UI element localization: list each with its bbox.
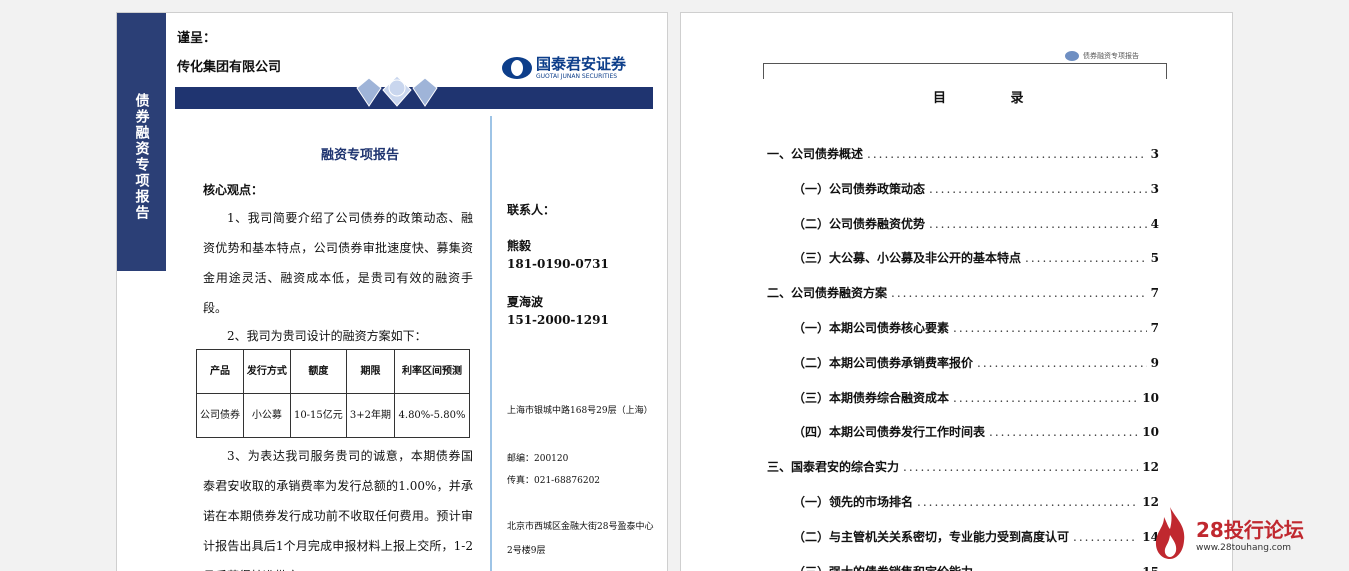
salutation: 谨呈：	[177, 31, 217, 46]
toc-item-text: （三）本期债券综合融资成本	[793, 390, 950, 405]
recipient-company: 传化集团有限公司	[177, 60, 282, 75]
postcode: 邮编：200120	[507, 454, 569, 464]
table-cell: 3+2年期	[345, 393, 395, 438]
table-header: 额度	[289, 349, 347, 394]
toc-page-number: 9	[1150, 355, 1159, 370]
toc-item-text: （四）本期公司债券发行工作时间表	[793, 425, 986, 440]
logo-en: GUOTAI JUNAN SECURITIES	[536, 72, 618, 80]
toc-item[interactable]: （一）公司债券政策动态.............................…	[793, 180, 1159, 197]
toc-page-number: 10	[1142, 390, 1159, 405]
company-logo: 国泰君安证券 GUOTAI JUNAN SECURITIES	[502, 53, 652, 83]
table-row: 公司债券 小公募 10-15亿元 3+2年期 4.80%-5.80%	[196, 393, 471, 438]
header-rule	[763, 63, 1167, 79]
document-page-left: 债券融资专项报告 谨呈： 传化集团有限公司 国泰君安证券 GUOTAI JUNA…	[116, 12, 668, 571]
toc-item[interactable]: （三）强大的债券销售和定价能力.........................…	[793, 563, 1159, 571]
toc-leader: ........................................…	[1025, 251, 1147, 266]
core-point-1: 1、我司简要介绍了公司债券的政策动态、融资优势和基本特点，公司债券审批速度快、募…	[203, 211, 473, 315]
toc-item[interactable]: （一）领先的市场排名..............................…	[793, 493, 1159, 510]
toc-item-text: （一）领先的市场排名	[793, 495, 914, 509]
page-header-text: 债券融资专项报告	[1083, 52, 1139, 60]
toc-item[interactable]: 一、公司债券概述................................…	[767, 145, 1159, 162]
toc-leader: ........................................…	[891, 286, 1147, 301]
report-title: 融资专项报告	[321, 148, 400, 163]
fax: 传真：021-68876202	[507, 476, 601, 486]
toc-item[interactable]: 三、国泰君安的综合实力.............................…	[767, 458, 1159, 475]
table-header: 期限	[345, 349, 395, 394]
toc-leader: ........................................…	[977, 355, 1147, 370]
toc-item[interactable]: （四）本期公司债券发行工作时间表........................…	[793, 423, 1159, 440]
toc-leader: ........................................…	[953, 321, 1147, 335]
address-shanghai: 上海市银城中路168号29层（上海）	[507, 406, 653, 416]
contact-phone: 151-2000-1291	[507, 313, 609, 327]
contact-name: 熊毅	[507, 239, 532, 253]
toc-leader: ........................................…	[917, 495, 1138, 509]
toc-page-number: 4	[1150, 216, 1159, 231]
toc-item-text: （二）公司债券融资优势	[793, 216, 926, 231]
toc-page-number: 7	[1150, 321, 1159, 335]
address-beijing: 北京市西城区金融大街28号盈泰中心2号楼9层	[507, 522, 654, 556]
toc-page-number: 7	[1150, 286, 1159, 301]
toc-item[interactable]: 二、公司债券融资方案..............................…	[767, 284, 1159, 301]
toc-leader: ........................................…	[953, 390, 1138, 405]
toc-item[interactable]: （二）本期公司债券承销费率报价.........................…	[793, 354, 1159, 371]
table-header-row: 产品 发行方式 额度 期限 利率区间预测	[196, 349, 471, 394]
toc-page-number: 10	[1142, 425, 1159, 440]
toc-item-text: （一）公司债券政策动态	[793, 181, 926, 196]
table-header: 发行方式	[242, 349, 291, 394]
toc-page-number: 3	[1150, 181, 1159, 196]
toc-leader: ........................................…	[929, 181, 1147, 196]
watermark-url: www.28touhang.com	[1196, 542, 1292, 553]
toc-item-text: 二、公司债券融资方案	[767, 286, 888, 301]
toc-item[interactable]: （二）公司债券融资优势.............................…	[793, 215, 1159, 232]
table-cell: 小公募	[242, 393, 291, 438]
toc-item-text: （一）本期公司债券核心要素	[793, 321, 950, 335]
toc-leader: ........................................…	[929, 216, 1147, 231]
toc-page-number: 12	[1142, 460, 1159, 475]
toc-item-text: （三）强大的债券销售和定价能力	[793, 563, 973, 571]
toc-item-text: （二）与主管机关关系密切，专业能力受到高度认可	[793, 529, 1070, 544]
logo-icon	[1065, 51, 1079, 61]
flame-icon	[1150, 505, 1190, 561]
page-header: 债券融资专项报告	[1065, 51, 1139, 61]
column-divider	[490, 116, 492, 571]
contact-phone: 181-0190-0731	[507, 257, 609, 271]
table-header: 产品	[196, 349, 244, 394]
core-points-label: 核心观点：	[203, 183, 264, 197]
table-header: 利率区间预测	[393, 349, 471, 394]
toc-page-number: 3	[1150, 147, 1159, 161]
toc-item-text: （三）大公募、小公募及非公开的基本特点	[793, 251, 1022, 266]
toc-leader: ........................................…	[1073, 529, 1138, 544]
toc-item-text: （二）本期公司债券承销费率报价	[793, 355, 974, 370]
side-tab: 债券融资专项报告	[117, 13, 166, 271]
contact-name: 夏海波	[507, 295, 544, 309]
toc-page-number: 5	[1150, 251, 1159, 266]
diamond-icon	[356, 75, 438, 107]
toc-item[interactable]: （三）大公募、小公募及非公开的基本特点.....................…	[793, 249, 1159, 266]
toc-leader: ........................................…	[903, 460, 1138, 475]
toc-item-text: 三、国泰君安的综合实力	[767, 460, 900, 475]
core-point-3: 3、为表达我司服务贵司的诚意，本期债券国泰君安收取的承销费率为发行总额的1.00…	[203, 449, 473, 571]
watermark-brand: 28投行论坛	[1196, 517, 1304, 542]
toc-item[interactable]: （二）与主管机关关系密切，专业能力受到高度认可.................…	[793, 528, 1159, 545]
toc-leader: ........................................…	[977, 565, 1138, 571]
logo-icon	[502, 57, 532, 79]
contacts-label: 联系人：	[507, 203, 556, 217]
financing-plan-table: 产品 发行方式 额度 期限 利率区间预测 公司债券 小公募 10-15亿元 3+…	[196, 349, 471, 438]
logo-cn: 国泰君安证券	[536, 54, 627, 73]
toc-item[interactable]: （一）本期公司债券核心要素...........................…	[793, 319, 1159, 336]
toc-item[interactable]: （三）本期债券综合融资成本...........................…	[793, 389, 1159, 406]
side-tab-label: 债券融资专项报告	[133, 93, 150, 221]
toc-item-text: 一、公司债券概述	[767, 147, 864, 161]
table-cell: 10-15亿元	[289, 393, 347, 438]
toc-leader: ........................................…	[867, 147, 1147, 161]
toc-title: 目 录	[933, 91, 1054, 106]
core-point-2: 2、我司为贵司设计的融资方案如下：	[227, 329, 427, 343]
toc-leader: ........................................…	[989, 425, 1139, 440]
forum-watermark: 28投行论坛 www.28touhang.com	[1150, 495, 1349, 571]
document-page-right: 债券融资专项报告 目 录 一、公司债券概述...................…	[680, 12, 1233, 571]
table-cell: 4.80%-5.80%	[393, 393, 471, 438]
table-cell: 公司债券	[196, 393, 244, 438]
